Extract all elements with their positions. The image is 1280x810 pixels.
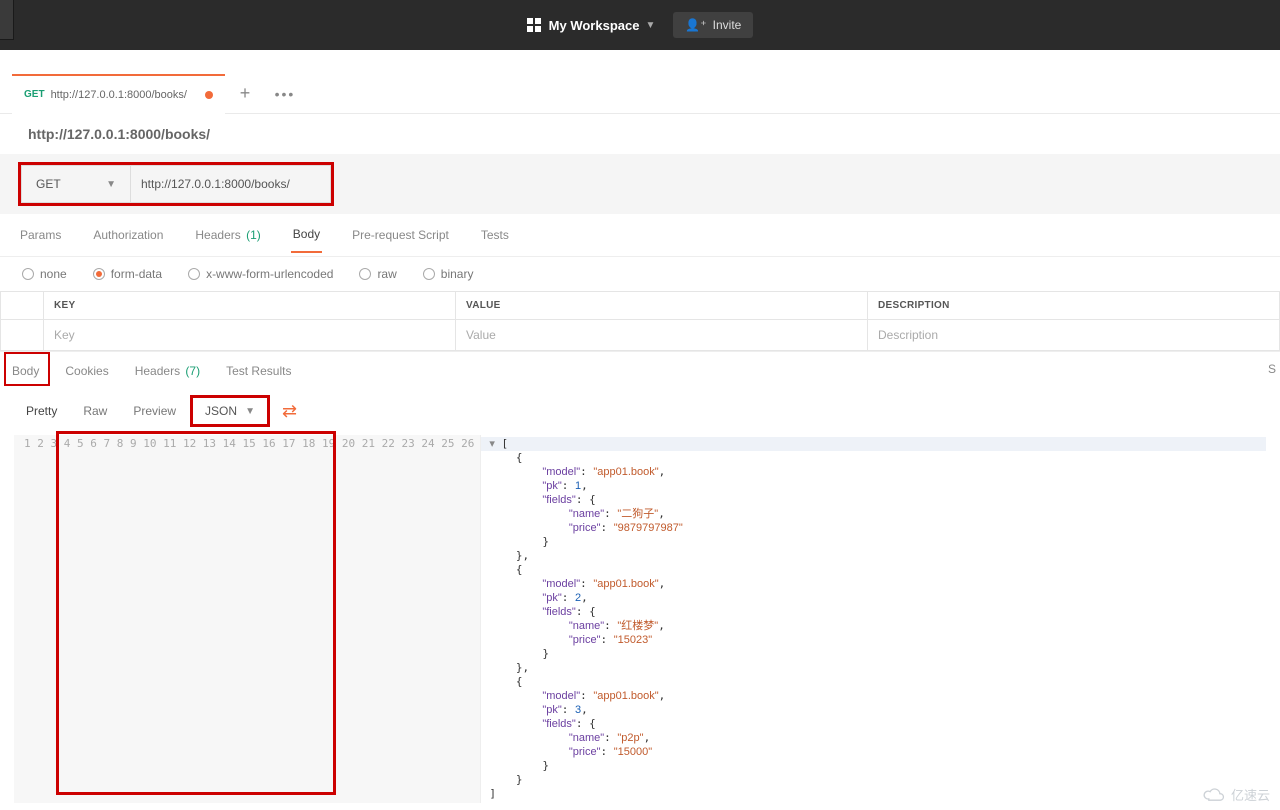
person-add-icon: 👤⁺ — [685, 18, 706, 32]
rtab-test-results[interactable]: Test Results — [222, 356, 295, 386]
method-value: GET — [36, 177, 61, 191]
tab-headers[interactable]: Headers (1) — [193, 218, 262, 252]
request-subtabs: Params Authorization Headers (1) Body Pr… — [0, 214, 1280, 256]
workspace-label: My Workspace — [549, 18, 640, 33]
radio-none[interactable]: none — [22, 267, 67, 281]
tab-more-button[interactable]: ••• — [265, 74, 305, 114]
invite-button[interactable]: 👤⁺ Invite — [673, 12, 753, 38]
rtab-body[interactable]: Body — [8, 356, 43, 386]
value-header: VALUE — [456, 292, 868, 320]
view-raw[interactable]: Raw — [71, 396, 119, 426]
new-tab-button[interactable]: + — [225, 74, 265, 114]
radio-binary[interactable]: binary — [423, 267, 474, 281]
cloud-icon — [1201, 786, 1227, 804]
key-header: KEY — [44, 292, 456, 320]
tab-authorization[interactable]: Authorization — [91, 218, 165, 252]
tab-prerequest[interactable]: Pre-request Script — [350, 218, 451, 252]
line-gutter: 1 2 3 4 5 6 7 8 9 10 11 12 13 14 15 16 1… — [14, 435, 481, 803]
tab-url: http://127.0.0.1:8000/books/ — [51, 89, 187, 101]
radio-urlencoded[interactable]: x-www-form-urlencoded — [188, 267, 333, 281]
radio-icon — [22, 268, 34, 280]
top-bar: My Workspace ▼ 👤⁺ Invite — [0, 0, 1280, 50]
status-s: S — [1268, 362, 1276, 376]
grid-icon — [527, 18, 541, 32]
view-preview[interactable]: Preview — [121, 396, 188, 426]
invite-label: Invite — [713, 18, 742, 32]
url-row: GET ▼ http://127.0.0.1:8000/books/ — [0, 154, 1280, 214]
url-value: http://127.0.0.1:8000/books/ — [141, 177, 290, 191]
tab-params[interactable]: Params — [18, 218, 63, 252]
format-value: JSON — [205, 404, 237, 418]
radio-raw[interactable]: raw — [359, 267, 396, 281]
url-input[interactable]: http://127.0.0.1:8000/books/ — [131, 165, 331, 203]
radio-icon — [359, 268, 371, 280]
response-toolbar: Pretty Raw Preview JSON ▼ ⇄ — [0, 389, 1280, 433]
desc-input[interactable]: Description — [868, 320, 1280, 351]
chevron-down-icon: ▼ — [645, 20, 655, 31]
radio-form-data[interactable]: form-data — [93, 267, 162, 281]
method-select[interactable]: GET ▼ — [21, 165, 131, 203]
radio-icon — [93, 268, 105, 280]
response-tabs: Body Cookies Headers (7) Test Results S — [0, 351, 1280, 389]
tab-tests[interactable]: Tests — [479, 218, 511, 252]
request-tab[interactable]: GET http://127.0.0.1:8000/books/ — [12, 74, 225, 114]
workspace-selector[interactable]: My Workspace ▼ — [527, 18, 656, 33]
tab-method: GET — [24, 89, 45, 100]
view-pretty[interactable]: Pretty — [14, 396, 69, 426]
rtab-headers[interactable]: Headers (7) — [131, 356, 204, 386]
tab-body[interactable]: Body — [291, 217, 322, 253]
form-data-table: KEY VALUE DESCRIPTION Key Value Descript… — [0, 291, 1280, 351]
request-title: http://127.0.0.1:8000/books/ — [0, 114, 1280, 154]
format-select[interactable]: JSON ▼ — [190, 395, 270, 427]
value-input[interactable]: Value — [456, 320, 868, 351]
key-input[interactable]: Key — [44, 320, 456, 351]
radio-icon — [188, 268, 200, 280]
tabs-row: GET http://127.0.0.1:8000/books/ + ••• — [0, 74, 1280, 114]
body-type-radios: none form-data x-www-form-urlencoded raw… — [0, 256, 1280, 291]
response-body[interactable]: 1 2 3 4 5 6 7 8 9 10 11 12 13 14 15 16 1… — [14, 435, 1266, 803]
watermark: 亿速云 — [1201, 785, 1270, 804]
json-content[interactable]: ▾ [ { "model": "app01.book", "pk": 1, "f… — [481, 435, 682, 803]
rtab-cookies[interactable]: Cookies — [61, 356, 112, 386]
chevron-down-icon: ▼ — [245, 406, 255, 417]
chevron-down-icon: ▼ — [106, 179, 116, 190]
radio-icon — [423, 268, 435, 280]
wrap-toggle-icon[interactable]: ⇄ — [282, 401, 297, 422]
desc-header: DESCRIPTION — [868, 292, 1280, 320]
table-row[interactable]: Key Value Description — [0, 320, 1280, 351]
checkbox-col — [0, 292, 44, 320]
menu-placeholder[interactable] — [0, 0, 14, 40]
unsaved-dot-icon — [205, 91, 213, 99]
